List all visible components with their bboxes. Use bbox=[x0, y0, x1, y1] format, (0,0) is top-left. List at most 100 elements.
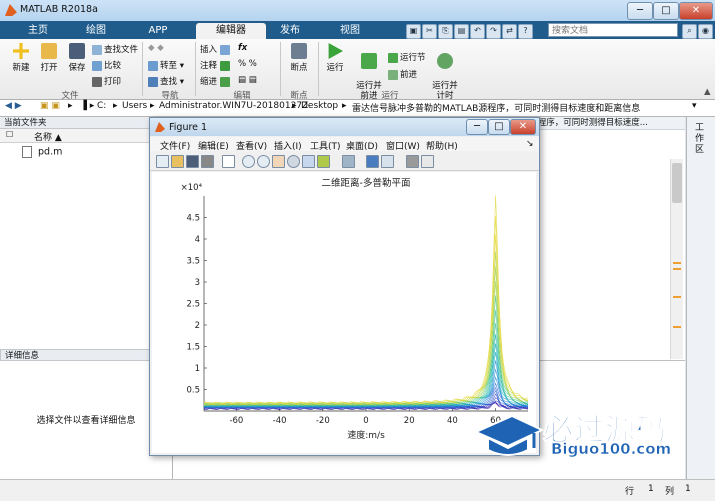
show-tools-icon[interactable] bbox=[421, 155, 434, 168]
advance-button[interactable]: 前进 bbox=[388, 68, 417, 80]
file-list-item[interactable]: pd.m bbox=[22, 146, 62, 158]
workspace-side-panel[interactable]: 工作区 bbox=[686, 117, 715, 479]
minimize-button[interactable]: ─ bbox=[627, 2, 653, 20]
tab-view[interactable]: 视图 bbox=[326, 23, 374, 39]
smart-indent-icon[interactable]: ▤ ▤ bbox=[238, 75, 257, 85]
find-button[interactable]: 查找 ▾ bbox=[148, 75, 184, 87]
figure-minimize-button[interactable]: ─ bbox=[466, 119, 488, 135]
brush-icon[interactable] bbox=[317, 155, 330, 168]
name-column-header[interactable]: ☐ 名称 ▲ bbox=[0, 129, 172, 143]
file-name: pd.m bbox=[38, 146, 63, 158]
tab-publish[interactable]: 发布 bbox=[266, 23, 314, 39]
tab-editor[interactable]: 编辑器 bbox=[196, 23, 266, 39]
copy-quick-icon[interactable]: ⎘ bbox=[438, 24, 453, 39]
save-quick-icon[interactable]: ▣ bbox=[406, 24, 421, 39]
title-bar: MATLAB R2018a ─ □ ✕ bbox=[0, 0, 715, 22]
breadcrumb-admin[interactable]: Administrator.WIN7U-20180127Z bbox=[159, 101, 308, 111]
tab-home[interactable]: 主页 bbox=[14, 23, 62, 39]
floppy-icon bbox=[69, 43, 85, 59]
find-files-icon bbox=[92, 44, 102, 55]
help-quick-icon[interactable]: ? bbox=[518, 24, 533, 39]
open-label: 打开 bbox=[40, 63, 58, 73]
open-button[interactable]: 打开 bbox=[36, 43, 62, 73]
legend-icon[interactable] bbox=[381, 155, 394, 168]
zoom-out-icon[interactable] bbox=[257, 155, 270, 168]
zoom-in-icon[interactable] bbox=[242, 155, 255, 168]
tab-plots[interactable]: 绘图 bbox=[72, 23, 120, 39]
folder-nav-icon[interactable]: ▣ ▣ bbox=[40, 101, 60, 111]
browse-folder-icon[interactable]: ▐ ▸ bbox=[80, 101, 94, 111]
data-cursor-icon[interactable] bbox=[302, 155, 315, 168]
cut-quick-icon[interactable]: ✂ bbox=[422, 24, 437, 39]
rotate-icon[interactable] bbox=[287, 155, 300, 168]
collapse-ribbon-icon[interactable]: ▲ bbox=[704, 87, 711, 97]
breakpoint-button[interactable]: 断点 bbox=[284, 43, 314, 73]
comment-button[interactable]: 注释 bbox=[200, 59, 232, 71]
menu-edit[interactable]: 编辑(E) bbox=[198, 139, 229, 152]
x-tick-label: 20 bbox=[404, 416, 415, 426]
back-arrow-icon[interactable]: ◀ ▶ bbox=[5, 101, 22, 111]
fx-button[interactable]: fx bbox=[238, 43, 247, 53]
figure-toolbar bbox=[150, 152, 539, 171]
search-input[interactable]: 搜索文档 bbox=[548, 23, 678, 37]
colorbar-icon[interactable] bbox=[366, 155, 379, 168]
save-button[interactable]: 保存 bbox=[64, 43, 90, 73]
menu-dock-icon[interactable]: ↘ bbox=[526, 139, 534, 149]
menu-tools[interactable]: 工具(T) bbox=[310, 139, 341, 152]
breadcrumb-desktop[interactable]: Desktop bbox=[301, 101, 338, 111]
compare-button[interactable]: 比较 bbox=[92, 59, 121, 71]
indent-button[interactable]: 缩进 bbox=[200, 75, 232, 87]
scrollbar-thumb[interactable] bbox=[672, 163, 682, 203]
percent-icon[interactable]: % % bbox=[238, 59, 257, 69]
open-file-icon[interactable] bbox=[171, 155, 184, 168]
name-column-checkbox[interactable]: ☐ bbox=[6, 130, 13, 139]
run-button[interactable]: 运行 bbox=[322, 43, 348, 73]
new-figure-icon[interactable] bbox=[156, 155, 169, 168]
print-label: 打印 bbox=[104, 77, 122, 87]
find-files-button[interactable]: 查找文件 bbox=[92, 43, 138, 55]
save-figure-icon[interactable] bbox=[186, 155, 199, 168]
run-section-button[interactable]: 运行节 bbox=[388, 51, 426, 63]
address-dropdown-icon[interactable]: ▾ bbox=[692, 101, 697, 111]
undo-quick-icon[interactable]: ↶ bbox=[470, 24, 485, 39]
watermark-logo bbox=[473, 414, 544, 456]
menu-file[interactable]: 文件(F) bbox=[160, 139, 190, 152]
print-figure-icon[interactable] bbox=[201, 155, 214, 168]
search-icon[interactable]: ⌕ bbox=[682, 24, 697, 39]
menu-view[interactable]: 查看(V) bbox=[236, 139, 267, 152]
notification-icon[interactable]: ◉ bbox=[698, 24, 713, 39]
editor-scrollbar[interactable] bbox=[670, 159, 683, 359]
breadcrumb-project-folder[interactable]: 雷达信号脉冲多普勒的MATLAB源程序，可同时测得目标速度和距离信息 bbox=[352, 101, 640, 114]
maximize-button[interactable]: □ bbox=[653, 2, 679, 20]
close-button[interactable]: ✕ bbox=[679, 2, 713, 20]
figure-maximize-button[interactable]: □ bbox=[488, 119, 510, 135]
ribbon-tab-strip: 主页 绘图 APP 编辑器 发布 视图 ▣ ✂ ⎘ ▤ ↶ ↷ ⇄ ? 搜索文档… bbox=[0, 21, 715, 39]
link-plot-icon[interactable] bbox=[342, 155, 355, 168]
breadcrumb-c[interactable]: C: bbox=[97, 101, 106, 111]
insert-button[interactable]: 插入 bbox=[200, 43, 232, 55]
run-time-button[interactable]: 运行并 计时 bbox=[428, 43, 462, 101]
menu-insert[interactable]: 插入(I) bbox=[274, 139, 302, 152]
up-folder-icon[interactable]: ▸ bbox=[68, 101, 73, 111]
hide-tools-icon[interactable] bbox=[406, 155, 419, 168]
back-nav-button[interactable]: ◆ ◆ bbox=[148, 43, 164, 53]
goto-button[interactable]: 转至 ▾ bbox=[148, 59, 184, 71]
insert-icon bbox=[219, 44, 230, 55]
breadcrumb-users[interactable]: Users bbox=[122, 101, 147, 111]
figure-close-button[interactable]: ✕ bbox=[510, 119, 536, 135]
menu-help[interactable]: 帮助(H) bbox=[426, 139, 458, 152]
switch-window-icon[interactable]: ⇄ bbox=[502, 24, 517, 39]
details-header: 详细信息 bbox=[0, 349, 172, 361]
redo-quick-icon[interactable]: ↷ bbox=[486, 24, 501, 39]
series-line bbox=[203, 322, 529, 407]
pointer-icon[interactable] bbox=[222, 155, 235, 168]
advance-label: 前进 bbox=[400, 70, 418, 80]
menu-window[interactable]: 窗口(W) bbox=[386, 139, 420, 152]
print-button[interactable]: 打印 bbox=[92, 75, 121, 87]
pan-icon[interactable] bbox=[272, 155, 285, 168]
breakpoint-label: 断点 bbox=[290, 63, 308, 73]
paste-quick-icon[interactable]: ▤ bbox=[454, 24, 469, 39]
menu-desktop[interactable]: 桌面(D) bbox=[346, 139, 378, 152]
tab-apps[interactable]: APP bbox=[134, 23, 182, 39]
new-button[interactable]: 新建 bbox=[8, 43, 34, 73]
